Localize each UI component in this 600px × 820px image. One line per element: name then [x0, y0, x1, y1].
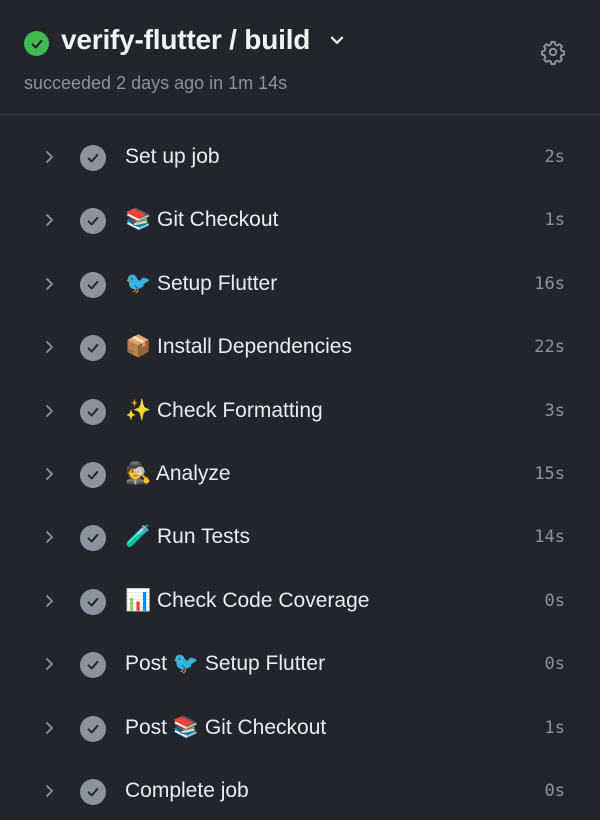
chevron-right-icon[interactable]	[39, 654, 59, 674]
check-circle-icon	[80, 335, 106, 362]
check-circle-icon	[80, 588, 106, 615]
step-duration: 1s	[544, 210, 565, 231]
step-duration: 3s	[544, 400, 565, 421]
step-duration: 0s	[544, 780, 565, 801]
job-title-group: verify-flutter / build	[61, 24, 348, 56]
chevron-right-icon[interactable]	[39, 781, 59, 801]
step-row[interactable]: ✨ Check Formatting 3s	[0, 381, 600, 444]
check-circle-icon	[80, 271, 106, 298]
step-label: Post 📚 Git Checkout	[125, 715, 327, 739]
job-title: verify-flutter / build	[61, 24, 311, 55]
check-circle-icon	[80, 145, 106, 171]
chevron-right-icon[interactable]	[39, 464, 59, 484]
check-circle-icon	[80, 778, 106, 805]
chevron-right-icon[interactable]	[39, 210, 59, 230]
step-row[interactable]: 📊 Check Code Coverage 0s	[0, 571, 600, 634]
check-circle-icon	[80, 461, 106, 488]
check-circle-icon	[80, 652, 106, 679]
step-duration: 0s	[544, 590, 565, 611]
step-row[interactable]: Post 🐦 Setup Flutter 0s	[0, 634, 600, 697]
chevron-right-icon[interactable]	[39, 401, 59, 421]
check-circle-icon	[80, 715, 106, 742]
job-status-text: succeeded 2 days ago in 1m 14s	[24, 73, 288, 93]
step-row[interactable]: 📦 Install Dependencies 22s	[0, 317, 600, 380]
step-duration: 14s	[534, 527, 565, 548]
job-header: verify-flutter / build succeeded 2 days …	[0, 0, 600, 115]
steps-list: Set up job 2s 📚 Git Checkout 1s 🐦 Setup …	[0, 127, 600, 820]
step-row[interactable]: 🕵️ Analyze 15s	[0, 444, 600, 507]
step-label: 📚 Git Checkout	[125, 208, 279, 232]
chevron-right-icon[interactable]	[39, 718, 59, 738]
step-label: Post 🐦 Setup Flutter	[125, 652, 326, 676]
step-row[interactable]: Set up job 2s	[0, 127, 600, 190]
check-circle-icon	[80, 208, 106, 235]
chevron-right-icon[interactable]	[39, 527, 59, 547]
chevron-right-icon[interactable]	[39, 337, 59, 357]
step-row[interactable]: 📚 Git Checkout 1s	[0, 190, 600, 253]
gear-icon[interactable]	[539, 38, 567, 66]
step-duration: 15s	[534, 463, 565, 484]
step-duration: 0s	[544, 654, 565, 675]
step-label: 📦 Install Dependencies	[125, 335, 352, 359]
check-circle-icon	[24, 31, 49, 56]
step-label: 🐦 Setup Flutter	[125, 271, 278, 295]
step-row[interactable]: Complete job 0s	[0, 761, 600, 820]
step-row[interactable]: 🧪 Run Tests 14s	[0, 507, 600, 570]
chevron-right-icon[interactable]	[39, 147, 59, 167]
chevron-right-icon[interactable]	[39, 591, 59, 611]
step-duration: 22s	[534, 337, 565, 358]
step-label: Set up job	[125, 145, 220, 168]
step-label: 🧪 Run Tests	[125, 525, 250, 549]
step-label: ✨ Check Formatting	[125, 398, 323, 422]
check-circle-icon	[80, 398, 106, 425]
step-duration: 1s	[544, 717, 565, 738]
step-row[interactable]: Post 📚 Git Checkout 1s	[0, 698, 600, 761]
check-circle-icon	[80, 525, 106, 552]
chevron-down-icon[interactable]	[326, 29, 348, 51]
step-label: 🕵️ Analyze	[125, 461, 231, 485]
step-duration: 2s	[544, 147, 565, 167]
step-duration: 16s	[534, 273, 565, 294]
step-label: Complete job	[125, 778, 249, 802]
step-row[interactable]: 🐦 Setup Flutter 16s	[0, 254, 600, 317]
chevron-right-icon[interactable]	[39, 274, 59, 294]
step-label: 📊 Check Code Coverage	[125, 588, 370, 612]
